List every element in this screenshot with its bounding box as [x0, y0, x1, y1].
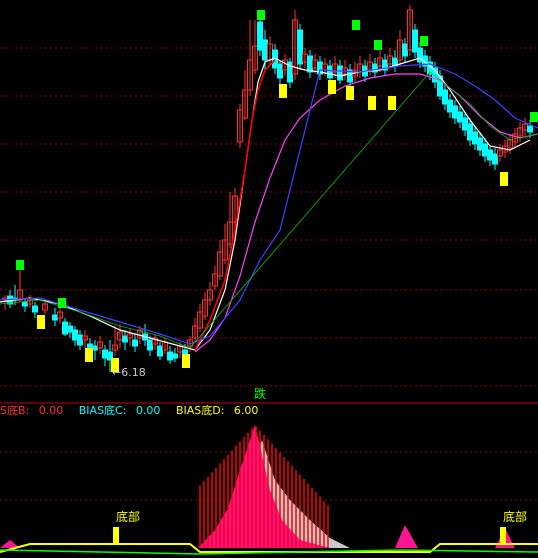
- peak-signal-marker: [352, 20, 360, 30]
- buy-signal-marker: [500, 172, 508, 186]
- buy-signal-marker: [182, 354, 190, 368]
- candle-body: [327, 65, 333, 79]
- candle-body: [467, 123, 473, 141]
- buy-signal-marker: [368, 96, 376, 110]
- buy-signal-marker: [37, 315, 45, 329]
- candle-body: [492, 153, 498, 165]
- buy-signal-marker: [328, 80, 336, 94]
- peak-signal-marker: [530, 112, 538, 122]
- candle-body: [477, 137, 483, 151]
- candle-body: [277, 63, 283, 79]
- buy-signal-marker: [85, 348, 93, 362]
- candle-body: [172, 353, 178, 359]
- arrow-left-icon: ←: [112, 366, 121, 379]
- bias-d-legend: BIAS底D: 6.00: [175, 404, 259, 417]
- candle-body: [122, 335, 128, 343]
- ma-magenta-line: [194, 73, 538, 353]
- moving-averages: [0, 57, 538, 353]
- peak-signal-marker: [257, 10, 265, 20]
- candle-body: [147, 339, 153, 351]
- candle-body: [92, 345, 98, 351]
- histogram-small-peak: [395, 525, 418, 548]
- low-price-value: 6.18: [121, 366, 146, 379]
- candle-body: [62, 321, 68, 335]
- candle-body: [402, 43, 408, 57]
- candle-body: [167, 351, 173, 361]
- candle-body: [527, 125, 533, 133]
- candle-body: [77, 334, 83, 346]
- buy-signal-marker: [346, 86, 354, 100]
- candle-body: [22, 301, 28, 307]
- bias-green-line: [0, 549, 538, 555]
- candle-body: [67, 325, 73, 333]
- candle-body: [297, 29, 303, 65]
- peak-signal-marker: [16, 260, 24, 270]
- low-price-marker: ←6.18: [112, 366, 146, 379]
- buy-signal-marker: [279, 84, 287, 98]
- candle-body: [262, 39, 268, 61]
- candle-body: [482, 143, 488, 157]
- indicator-histogram: [0, 425, 538, 555]
- candle-body: [412, 29, 418, 53]
- candle-body: [72, 329, 78, 341]
- bottom-signal-bar: [113, 527, 119, 545]
- candle-body: [32, 305, 38, 313]
- peak-signal-marker: [420, 36, 428, 46]
- candle-body: [52, 314, 58, 321]
- bottom-signal-bar: [500, 527, 506, 545]
- candle-body: [102, 349, 108, 359]
- peak-signal-marker: [58, 298, 66, 308]
- divider-label: 跌: [254, 386, 266, 401]
- candle-body: [462, 117, 468, 131]
- indicator-legend: S底B: 0.00 BIAS底C: 0.00 BIAS底D: 6.00: [0, 404, 270, 418]
- candle-body: [307, 55, 313, 73]
- candle-body: [487, 149, 493, 161]
- candle-body: [132, 339, 138, 347]
- candlesticks[interactable]: [2, 5, 533, 372]
- buy-signal-marker: [388, 96, 396, 110]
- bias-c-legend: BIAS底C: 0.00: [78, 404, 161, 417]
- peak-signal-marker: [374, 40, 382, 50]
- candle-body: [452, 105, 458, 119]
- candle-body: [442, 89, 448, 105]
- candle-body: [457, 111, 463, 123]
- bias-b-legend: S底B: 0.00: [0, 404, 64, 417]
- candle-body: [157, 345, 163, 357]
- stock-chart[interactable]: ←6.18 跌 底部 底部: [0, 0, 538, 558]
- candle-body: [447, 99, 453, 113]
- candle-body: [472, 131, 478, 145]
- bottom-signal-label: 底部: [503, 509, 527, 524]
- candle-body: [337, 65, 343, 81]
- candle-body: [257, 21, 263, 51]
- bottom-signal-label: 底部: [116, 509, 140, 524]
